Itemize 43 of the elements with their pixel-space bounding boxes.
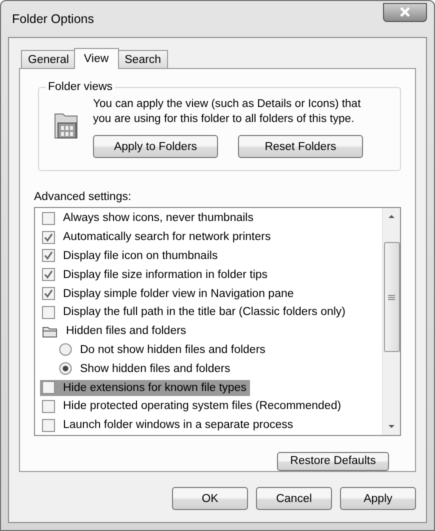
- scrollbar[interactable]: [382, 208, 400, 435]
- checkbox[interactable]: [42, 212, 55, 225]
- dialog-button[interactable]: Apply: [340, 487, 416, 510]
- setting-label: Display the full path in the title bar (Classic folders only): [62, 305, 347, 320]
- setting-label: Hide extensions for known file types: [62, 380, 248, 396]
- folder-grid-icon: [53, 111, 79, 141]
- setting-label: Do not show hidden files and folders: [79, 342, 266, 358]
- setting-label: Display file size information in folder tips: [62, 268, 269, 283]
- section-label: Advanced settings:: [34, 191, 132, 203]
- folder-button[interactable]: Apply to Folders: [93, 135, 218, 158]
- tab[interactable]: General: [21, 50, 76, 68]
- restore-defaults-button[interactable]: Restore Defaults: [277, 452, 389, 471]
- group-title: Folder views: [47, 81, 114, 93]
- checkbox[interactable]: [42, 287, 55, 300]
- checkbox[interactable]: [42, 400, 55, 413]
- folder-icon: [42, 324, 58, 338]
- dialog-button[interactable]: Cancel: [256, 487, 332, 510]
- radio-button[interactable]: [59, 362, 72, 376]
- scroll-thumb[interactable]: [384, 242, 400, 352]
- setting-label: Show hidden files and folders: [79, 362, 232, 377]
- folder-button[interactable]: Reset Folders: [238, 135, 363, 158]
- setting-label: Automatically search for network printers: [62, 230, 272, 246]
- close-button[interactable]: [383, 2, 427, 22]
- tab[interactable]: View: [74, 48, 119, 69]
- checkbox[interactable]: [42, 381, 55, 394]
- dialog-button[interactable]: OK: [172, 487, 248, 510]
- close-icon: [399, 7, 411, 17]
- checkbox[interactable]: [42, 306, 55, 319]
- window-title: Folder Options: [11, 12, 94, 26]
- grip-icon: [388, 294, 395, 300]
- description-text: You can apply the view (such as Details or Icons) that you are using for this folder to all folders of this type.: [93, 97, 362, 127]
- checkbox[interactable]: [42, 268, 55, 282]
- radio-button[interactable]: [59, 343, 72, 356]
- checkbox[interactable]: [42, 418, 55, 432]
- setting-label: Display simple folder view in Navigation pane: [62, 286, 295, 302]
- setting-label: Display file icon on thumbnails: [62, 248, 219, 264]
- setting-label: Always show icons, never thumbnails: [62, 211, 254, 226]
- checkbox[interactable]: [42, 230, 55, 244]
- setting-label: Launch folder windows in a separate process: [62, 418, 294, 434]
- setting-label: Hidden files and folders: [65, 324, 188, 340]
- checkbox[interactable]: [42, 249, 55, 262]
- setting-label: Hide protected operating system files (Recommended): [62, 399, 342, 414]
- tab[interactable]: Search: [118, 50, 168, 68]
